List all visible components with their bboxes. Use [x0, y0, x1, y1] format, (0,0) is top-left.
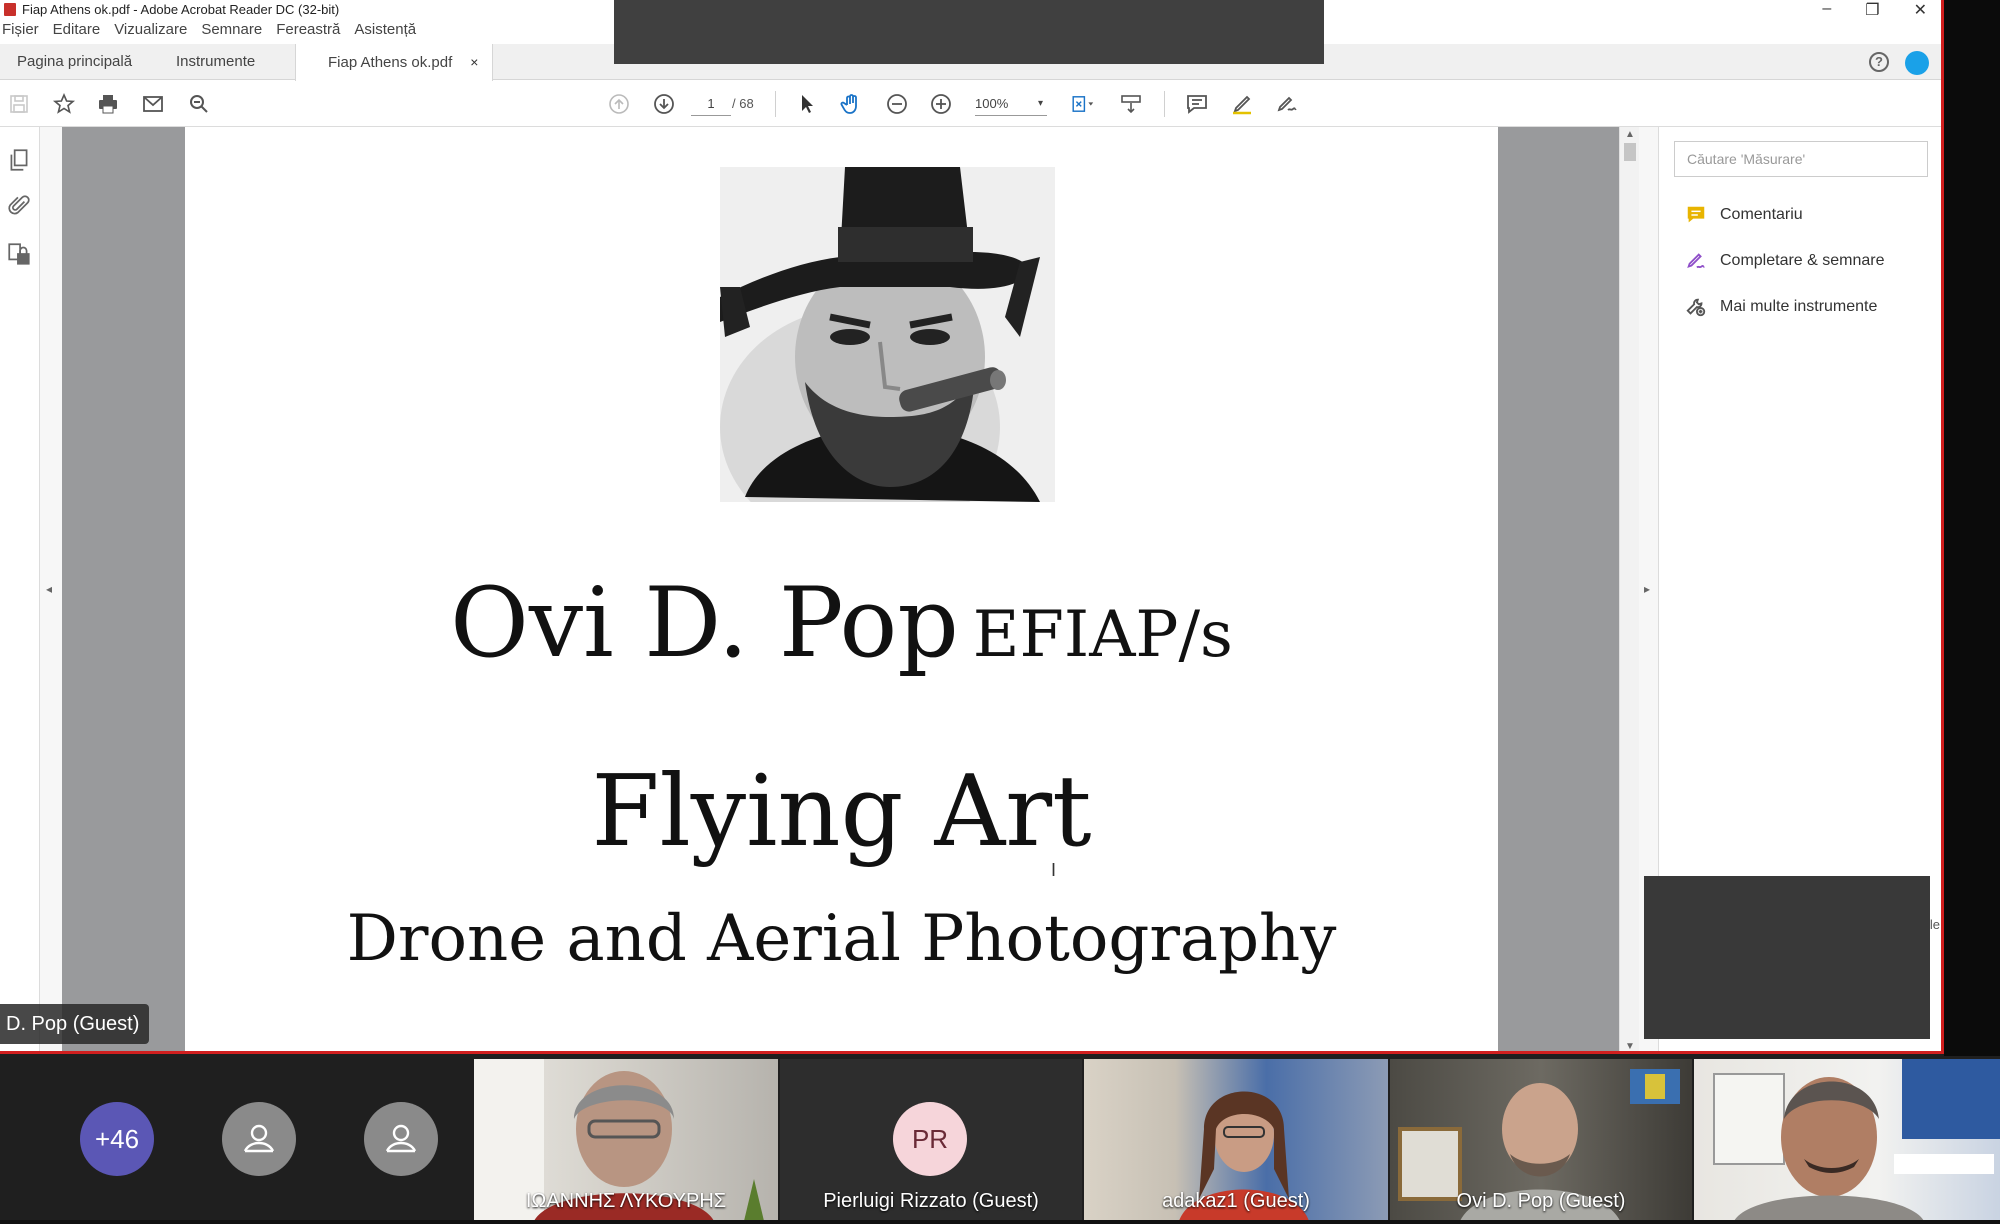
page-fit-icon[interactable]: [1064, 91, 1100, 117]
minimize-button[interactable]: –: [1822, 0, 1831, 20]
more-participants-button[interactable]: +46: [80, 1102, 154, 1176]
zoom-out-icon[interactable]: [884, 91, 910, 117]
chevron-left-icon: ◂: [46, 582, 53, 596]
menu-help[interactable]: Asistență: [354, 21, 416, 43]
redacted-top-box: [614, 0, 1324, 64]
acrobat-app-icon: [4, 3, 16, 16]
scroll-down-icon[interactable]: ▼: [1625, 1041, 1635, 1051]
zoom-search-icon[interactable]: [186, 91, 212, 117]
tab-home[interactable]: Pagina principală: [17, 44, 132, 80]
presenter-name-label: D. Pop (Guest): [0, 1004, 150, 1044]
toolbar-separator: [775, 91, 776, 117]
comment-icon: [1684, 203, 1708, 227]
participant-initials-avatar: PR: [893, 1102, 967, 1176]
tab-document[interactable]: Fiap Athens ok.pdf ×: [295, 44, 494, 81]
meeting-window: Fiap Athens ok.pdf - Adobe Acrobat Reade…: [0, 0, 2000, 1224]
toolbar: 1 / 68 100% ▾: [0, 81, 1941, 127]
email-icon[interactable]: [140, 91, 166, 117]
previous-page-icon[interactable]: [606, 91, 632, 117]
document-viewport[interactable]: Ovi D. Pop EFIAP/s Flying Art Drone and A…: [62, 127, 1619, 1051]
participants-strip: +46 ΙΩΑΝΝΗΣ ΛΥΚΟΥΡΗΣ PR Pierluigi Rizzat…: [0, 1056, 2000, 1224]
highlight-pen-icon[interactable]: [1229, 91, 1255, 117]
next-page-icon[interactable]: [651, 91, 677, 117]
author-distinction: EFIAP/s: [972, 598, 1233, 672]
zoom-level-select[interactable]: 100% ▾: [975, 92, 1047, 116]
redacted-box: [1644, 876, 1930, 1039]
active-speaker-video-tile[interactable]: [1694, 1059, 2000, 1221]
help-icon[interactable]: ?: [1869, 52, 1889, 72]
close-window-button[interactable]: ✕: [1914, 0, 1927, 20]
participant-tile[interactable]: PR Pierluigi Rizzato (Guest): [780, 1059, 1082, 1221]
toolbar-separator: [1164, 91, 1165, 117]
screen-edge: [1944, 0, 2000, 1056]
add-comment-icon[interactable]: [1184, 91, 1210, 117]
participant-name: ΙΩΑΝΝΗΣ ΛΥΚΟΥΡΗΣ: [525, 1190, 727, 1212]
more-tools-icon: [1684, 295, 1708, 319]
text-cursor-icon: I: [1051, 860, 1057, 880]
participant-name: adakaz1 (Guest): [1162, 1190, 1310, 1212]
participant-video-tile[interactable]: Ovi D. Pop (Guest): [1390, 1059, 1692, 1221]
menu-view[interactable]: Vizualizare: [114, 21, 187, 43]
bottom-edge: [0, 1220, 2000, 1224]
restore-button[interactable]: ❐: [1865, 0, 1879, 20]
scroll-mode-icon[interactable]: [1118, 91, 1144, 117]
tool-fill-sign[interactable]: Completare & semnare: [1684, 247, 1885, 275]
scrollbar-thumb[interactable]: [1624, 143, 1636, 161]
tool-more-tools-label: Mai multe instrumente: [1720, 298, 1878, 315]
anonymous-participant-avatar[interactable]: [222, 1102, 296, 1176]
tool-fill-sign-label: Completare & semnare: [1720, 252, 1885, 269]
menu-window[interactable]: Fereastră: [276, 21, 340, 43]
participant-name: Pierluigi Rizzato (Guest): [823, 1190, 1039, 1212]
tools-search-input[interactable]: Căutare 'Măsurare': [1674, 141, 1928, 177]
tool-more-tools[interactable]: Mai multe instrumente: [1684, 293, 1877, 321]
select-cursor-icon[interactable]: [794, 91, 820, 117]
fill-sign-icon: [1684, 249, 1708, 273]
clipped-text: le: [1929, 917, 1940, 932]
document-title: Flying Art: [591, 755, 1092, 869]
menu-sign[interactable]: Semnare: [201, 21, 262, 43]
menu-edit[interactable]: Editare: [53, 21, 101, 43]
profile-icon[interactable]: [1905, 51, 1929, 75]
security-lock-icon[interactable]: [6, 241, 32, 267]
save-icon[interactable]: [6, 91, 32, 117]
anonymous-participant-avatar[interactable]: [364, 1102, 438, 1176]
vertical-scrollbar[interactable]: ▲ ▼: [1619, 127, 1639, 1051]
chevron-right-icon: ▸: [1644, 582, 1651, 596]
zoom-in-icon[interactable]: [928, 91, 954, 117]
print-icon[interactable]: [95, 91, 121, 117]
chevron-down-icon: ▾: [1037, 98, 1043, 109]
document-author-line: Ovi D. Pop EFIAP/s: [185, 567, 1498, 679]
bookmark-star-icon[interactable]: [51, 91, 77, 117]
left-pane-toggle[interactable]: ◂: [40, 127, 62, 1051]
tool-comment-label: Comentariu: [1720, 206, 1803, 223]
shared-screen: Fiap Athens ok.pdf - Adobe Acrobat Reade…: [0, 0, 1944, 1054]
menu-file[interactable]: Fișier: [2, 21, 39, 43]
attachments-icon[interactable]: [6, 193, 32, 219]
participant-video-tile[interactable]: ΙΩΑΝΝΗΣ ΛΥΚΟΥΡΗΣ: [474, 1059, 778, 1221]
menu-bar: Fișier Editare Vizualizare Semnare Ferea…: [0, 21, 416, 43]
tab-document-label: Fiap Athens ok.pdf: [328, 54, 453, 71]
tools-pane: Căutare 'Măsurare' Comentariu Completare…: [1644, 127, 1941, 1051]
author-name: Ovi D. Pop: [450, 567, 959, 679]
close-tab-icon[interactable]: ×: [470, 54, 478, 70]
draw-sign-icon[interactable]: [1274, 91, 1300, 117]
page-number-input[interactable]: 1: [691, 92, 731, 116]
window-title: Fiap Athens ok.pdf - Adobe Acrobat Reade…: [22, 2, 340, 17]
zoom-level-value: 100%: [975, 96, 1009, 111]
author-portrait-image: [720, 167, 1055, 502]
left-navigation-pane: [0, 127, 40, 1051]
page-total: / 68: [732, 96, 754, 111]
participant-name: Ovi D. Pop (Guest): [1456, 1190, 1626, 1212]
participant-video-tile[interactable]: adakaz1 (Guest): [1084, 1059, 1388, 1221]
scroll-up-icon[interactable]: ▲: [1625, 129, 1635, 140]
pdf-page: Ovi D. Pop EFIAP/s Flying Art Drone and A…: [185, 127, 1498, 1051]
hand-tool-icon[interactable]: [838, 91, 864, 117]
page-thumbnails-icon[interactable]: [6, 147, 32, 173]
document-subtitle: Drone and Aerial Photography: [346, 902, 1337, 976]
tool-comment[interactable]: Comentariu: [1684, 201, 1803, 229]
tab-tools[interactable]: Instrumente: [176, 44, 255, 80]
